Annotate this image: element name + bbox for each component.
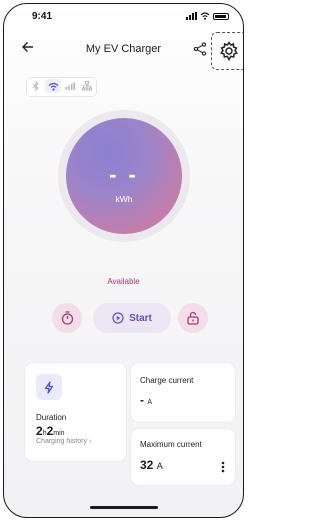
energy-meter: - - kWh	[58, 110, 190, 242]
charging-history-link[interactable]: Charging history ›	[36, 438, 91, 445]
max-current-value: 32 A	[140, 458, 163, 472]
cellular-tab[interactable]	[62, 79, 78, 93]
ethernet-tab[interactable]	[79, 79, 95, 93]
max-current-label: Maximum current	[140, 440, 202, 449]
timer-icon	[61, 311, 73, 325]
share-button[interactable]	[193, 42, 207, 56]
wifi-status-icon	[200, 12, 210, 20]
connectivity-selector	[26, 77, 97, 97]
home-indicator[interactable]	[90, 506, 158, 509]
signal-icon	[186, 12, 197, 20]
charge-current-value: - A	[140, 393, 153, 407]
status-bar: 9:41	[4, 10, 243, 24]
bluetooth-tab[interactable]	[28, 79, 44, 93]
status-time: 9:41	[32, 11, 53, 22]
ethernet-icon	[82, 81, 92, 91]
unlock-button[interactable]	[178, 303, 208, 333]
share-icon	[193, 42, 207, 56]
start-label: Start	[129, 312, 152, 324]
cellular-icon	[65, 82, 75, 90]
play-circle-icon	[112, 312, 124, 324]
settings-button[interactable]	[211, 32, 243, 70]
charge-current-card: Charge current - A	[131, 363, 235, 422]
status-icons	[186, 12, 229, 20]
phone-screen: 9:41 My EV Charger - - kWh Available Sta…	[3, 3, 244, 518]
duration-card: Duration 2h2min Charging history ›	[25, 363, 126, 461]
app-header: My EV Charger	[4, 32, 243, 70]
duration-value: 2h2min	[36, 424, 65, 438]
bluetooth-icon	[32, 81, 39, 91]
energy-value: - -	[109, 162, 139, 187]
schedule-button[interactable]	[52, 303, 82, 333]
duration-label: Duration	[36, 413, 67, 422]
gear-icon	[220, 41, 238, 61]
charge-current-label: Charge current	[140, 376, 194, 385]
wifi-icon	[48, 82, 58, 91]
energy-meter-disc: - - kWh	[66, 118, 182, 234]
wifi-tab[interactable]	[45, 79, 61, 93]
more-options-button[interactable]	[221, 461, 225, 476]
start-button[interactable]: Start	[93, 303, 171, 333]
bolt-icon	[44, 380, 54, 394]
charger-status: Available	[107, 277, 140, 286]
unlock-icon	[187, 311, 199, 325]
charge-actions: Start	[4, 303, 243, 333]
battery-icon	[213, 12, 229, 20]
energy-unit: kWh	[115, 194, 133, 204]
max-current-card: Maximum current 32 A	[131, 429, 235, 485]
page-title: My EV Charger	[85, 43, 162, 55]
bolt-badge	[36, 374, 62, 400]
kebab-icon	[221, 461, 225, 473]
